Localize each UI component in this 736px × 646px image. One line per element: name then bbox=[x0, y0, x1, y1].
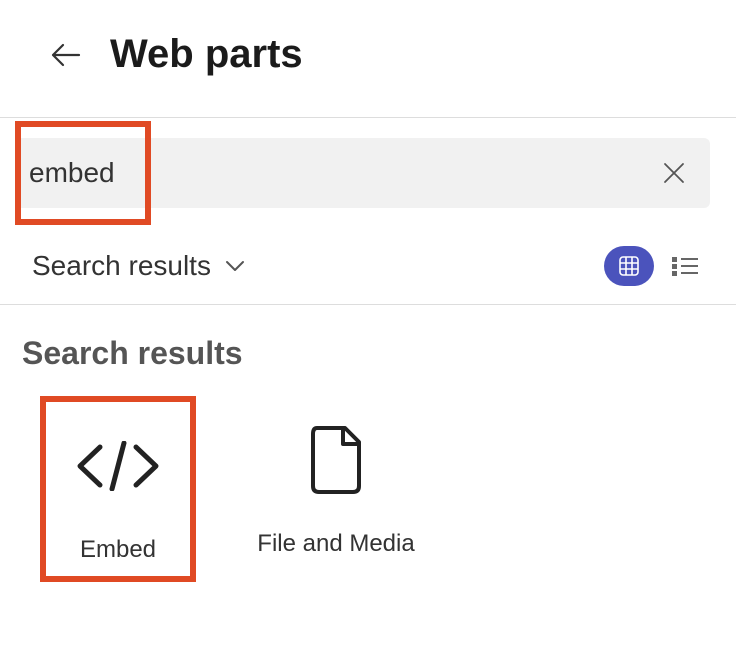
filter-label: Search results bbox=[32, 250, 211, 282]
search-input-container bbox=[16, 138, 710, 208]
webpart-card-embed[interactable]: Embed bbox=[40, 396, 196, 582]
grid-icon bbox=[619, 256, 639, 276]
highlight-embed-card: Embed bbox=[40, 396, 196, 582]
list-icon bbox=[672, 256, 698, 276]
highlight-search-input bbox=[15, 121, 151, 225]
code-icon bbox=[74, 441, 162, 491]
chevron-down-icon bbox=[225, 260, 245, 272]
filter-dropdown[interactable]: Search results bbox=[32, 250, 245, 282]
results-heading: Search results bbox=[22, 335, 714, 372]
grid-view-button[interactable] bbox=[604, 246, 654, 286]
webpart-card-file-and-media[interactable]: File and Media bbox=[236, 396, 436, 558]
view-toggle bbox=[604, 246, 710, 286]
back-arrow-icon bbox=[51, 43, 81, 67]
search-input[interactable] bbox=[21, 139, 145, 207]
clear-search-button[interactable] bbox=[658, 157, 690, 189]
file-icon bbox=[307, 424, 365, 496]
page-title: Web parts bbox=[110, 32, 303, 77]
close-icon bbox=[663, 162, 685, 184]
back-button[interactable] bbox=[50, 39, 82, 71]
webpart-label: Embed bbox=[80, 536, 156, 564]
list-view-button[interactable] bbox=[660, 246, 710, 286]
webpart-label: File and Media bbox=[257, 530, 414, 558]
